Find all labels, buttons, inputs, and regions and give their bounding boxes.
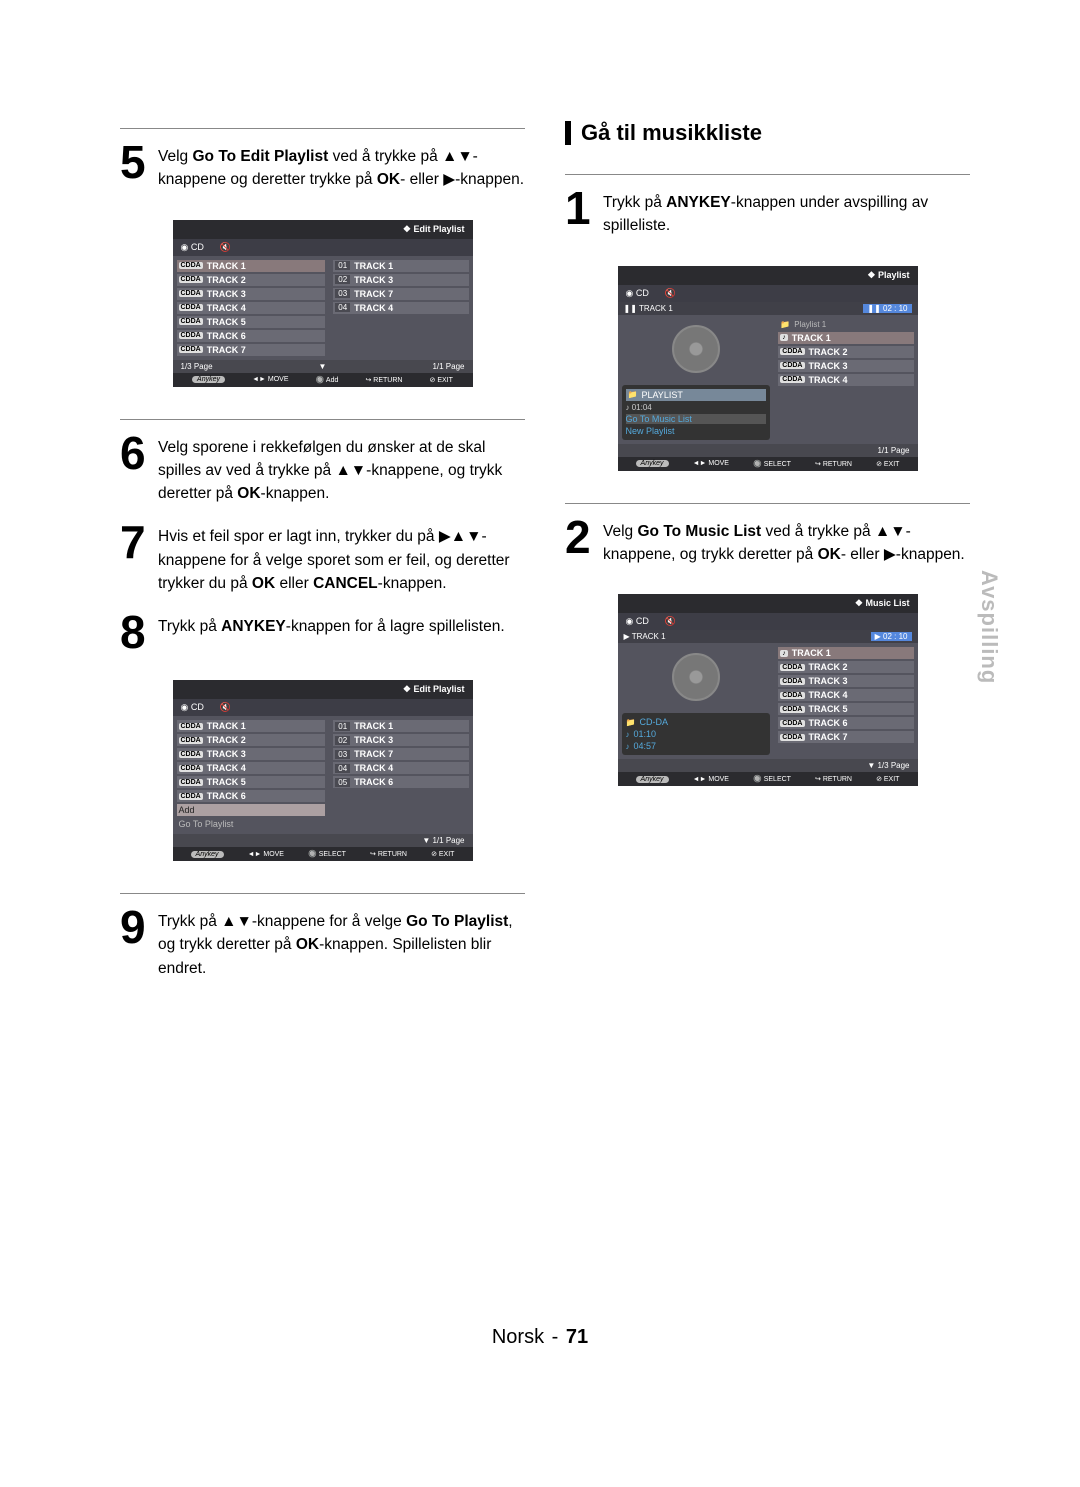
screen-footer: Anykey ◄► MOVE 🔘 Add ↪ RETURN ⊘ EXIT (173, 373, 473, 387)
screenshot-playlist: ❖ Playlist CD TRACK 1 ❚❚ 02 : 10 📁PLAYLI… (618, 266, 918, 471)
section-bar-icon (565, 121, 571, 145)
screenshot-edit-playlist-1: ❖ Edit Playlist CD CDDATRACK 1 CDDATRACK… (173, 220, 473, 387)
page-indicator: ▼ 1/3 Page (618, 759, 918, 772)
step-6: 6 Velg sporene i rekkefølgen du ønsker a… (120, 434, 525, 506)
info-goto-music: Go To Music List (626, 414, 767, 424)
step-text: Velg sporene i rekkefølgen du ønsker at … (158, 434, 525, 506)
screen-title: ❖ Edit Playlist (173, 220, 473, 239)
left-info-panel: 📁CD-DA ♪01:10 ♪04:57 (618, 643, 775, 759)
screen-footer: Anykey ◄► MOVE 🔘 SELECT ↪ RETURN ⊘ EXIT (173, 847, 473, 861)
anykey-button: Anykey (192, 376, 225, 383)
step-text: Trykk på ANYKEY-knappen for å lagre spil… (158, 613, 505, 652)
footer-lang: Norsk (492, 1326, 544, 1348)
info-new-playlist: New Playlist (626, 426, 767, 436)
left-track-list: CDDATRACK 1 CDDATRACK 2 CDDATRACK 3 CDDA… (173, 716, 330, 834)
time-badge: ▶ 02 : 10 (871, 632, 912, 641)
page-indicator: 1/1 Page (618, 444, 918, 457)
screen-header: CD (173, 699, 473, 716)
step-text: Hvis et feil spor er lagt inn, trykker d… (158, 523, 525, 595)
step-number: 5 (120, 143, 150, 192)
page-indicator: 1/3 Page▼1/1 Page (173, 360, 473, 373)
step-7: 7 Hvis et feil spor er lagt inn, trykker… (120, 523, 525, 595)
screen-header: CD (618, 613, 918, 630)
side-tab: Avspilling (976, 570, 1002, 684)
screen-footer: Anykey ◄► MOVE 🔘 SELECT ↪ RETURN ⊘ EXIT (618, 772, 918, 786)
info-playlist: 📁PLAYLIST (626, 389, 767, 401)
track-header: TRACK 1 ❚❚ 02 : 10 (618, 302, 918, 315)
mute-icon (220, 242, 231, 253)
anykey-button: Anykey (191, 851, 224, 858)
footer-page: 71 (566, 1326, 588, 1348)
step-number: 6 (120, 434, 150, 506)
anykey-button: Anykey (636, 460, 669, 467)
info-time1: ♪01:10 (626, 729, 767, 739)
screen-header: CD (618, 285, 918, 302)
step-2: 2 Velg Go To Music List ved å trykke på … (565, 518, 970, 567)
mute-icon (220, 702, 231, 713)
disc-icon (672, 325, 720, 373)
divider (120, 893, 525, 894)
divider (565, 503, 970, 504)
right-track-list: 01TRACK 1 02TRACK 3 03TRACK 7 04TRACK 4 … (329, 716, 472, 834)
info-cdda: 📁CD-DA (626, 717, 767, 727)
right-column: Gå til musikkliste 1 Trykk på ANYKEY-kna… (565, 120, 970, 998)
right-track-list: 📁 Playlist 1 ♪TRACK 1 CDDATRACK 2 CDDATR… (774, 315, 917, 444)
step-text: Velg Go To Music List ved å trykke på ▲▼… (603, 518, 970, 567)
left-info-panel: 📁PLAYLIST ♪ 01:04 Go To Music List New P… (618, 315, 775, 444)
step-number: 2 (565, 518, 595, 567)
step-number: 8 (120, 613, 150, 652)
screenshot-edit-playlist-2: ❖ Edit Playlist CD CDDATRACK 1 CDDATRACK… (173, 680, 473, 861)
step-8: 8 Trykk på ANYKEY-knappen for å lagre sp… (120, 613, 525, 652)
anykey-button: Anykey (636, 776, 669, 783)
divider (120, 419, 525, 420)
screen-footer: Anykey ◄► MOVE 🔘 SELECT ↪ RETURN ⊘ EXIT (618, 457, 918, 471)
screen-title: ❖ Edit Playlist (173, 680, 473, 699)
step-9: 9 Trykk på ▲▼-knappene for å velge Go To… (120, 908, 525, 980)
info-extra: ♪ 01:04 (626, 403, 767, 412)
page-indicator: ▼ 1/1 Page (173, 834, 473, 847)
step-number: 7 (120, 523, 150, 595)
screen-title: ❖ Music List (618, 594, 918, 613)
right-track-list: ♪TRACK 1 CDDATRACK 2 CDDATRACK 3 CDDATRA… (774, 643, 917, 759)
left-column: 5 Velg Go To Edit Playlist ved å trykke … (120, 120, 525, 998)
cd-label: CD (626, 616, 649, 627)
step-number: 9 (120, 908, 150, 980)
mute-icon (665, 288, 676, 299)
cd-label: CD (626, 288, 649, 299)
cd-label: CD (181, 242, 204, 253)
screen-title: ❖ Playlist (618, 266, 918, 285)
section-title: Gå til musikkliste (581, 120, 762, 146)
step-text: Trykk på ▲▼-knappene for å velge Go To P… (158, 908, 525, 980)
step-5: 5 Velg Go To Edit Playlist ved å trykke … (120, 143, 525, 192)
track-header: TRACK 1 ▶ 02 : 10 (618, 630, 918, 643)
cd-label: CD (181, 702, 204, 713)
screen-header: CD (173, 239, 473, 256)
step-number: 1 (565, 189, 595, 238)
info-time2: ♪04:57 (626, 741, 767, 751)
mute-icon (665, 616, 676, 627)
page-footer: Norsk - 71 (492, 1326, 588, 1349)
step-1: 1 Trykk på ANYKEY-knappen under avspilli… (565, 189, 970, 238)
step-text: Trykk på ANYKEY-knappen under avspilling… (603, 189, 970, 238)
time-badge: ❚❚ 02 : 10 (863, 304, 911, 313)
divider (565, 174, 970, 175)
section-header: Gå til musikkliste (565, 120, 970, 146)
screenshot-music-list: ❖ Music List CD TRACK 1 ▶ 02 : 10 📁CD-DA… (618, 594, 918, 786)
left-track-list: CDDATRACK 1 CDDATRACK 2 CDDATRACK 3 CDDA… (173, 256, 330, 360)
page-content: 5 Velg Go To Edit Playlist ved å trykke … (0, 0, 1080, 998)
right-track-list: 01TRACK 1 02TRACK 3 03TRACK 7 04TRACK 4 (329, 256, 472, 360)
divider (120, 128, 525, 129)
disc-icon (672, 653, 720, 701)
step-text: Velg Go To Edit Playlist ved å trykke på… (158, 143, 525, 192)
